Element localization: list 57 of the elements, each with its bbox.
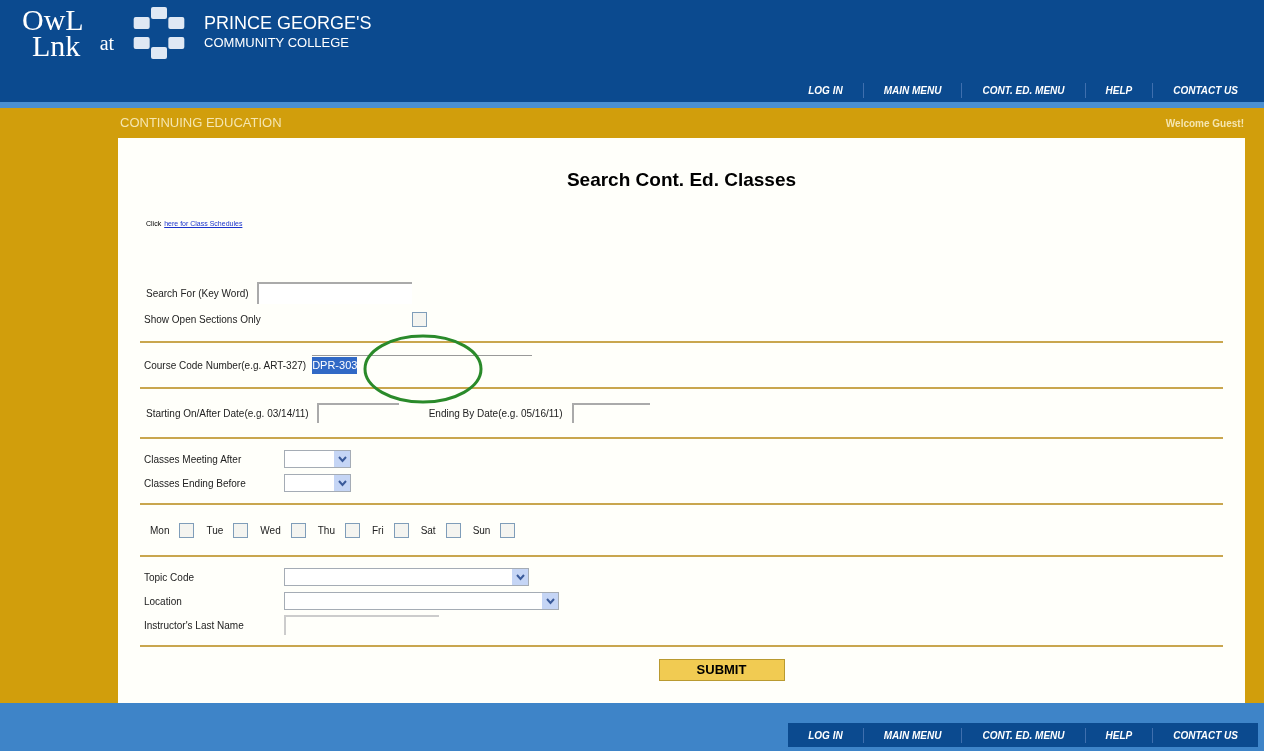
- input-field[interactable]: [256, 282, 412, 304]
- welcome-text: Welcome Guest!: [1165, 116, 1244, 131]
- nav-link[interactable]: HELP: [1084, 82, 1153, 98]
- college-name: COMMUNITY COLLEGE: [204, 34, 351, 52]
- day-label: Sat: [420, 523, 436, 538]
- nav-link[interactable]: CONT. ED. MENU: [961, 727, 1085, 743]
- nav-link[interactable]: MAIN MENU: [862, 727, 962, 743]
- day-label: Fri: [371, 523, 384, 538]
- section-title: CONTINUING EDUCATION: [120, 114, 282, 133]
- nav-link[interactable]: LOG IN: [788, 727, 863, 743]
- checkbox[interactable]: [344, 522, 360, 538]
- field-label: Starting On/After Date(e.g. 03/14/11): [146, 406, 309, 421]
- nav-link[interactable]: MAIN MENU: [862, 82, 962, 98]
- checkbox[interactable]: [445, 522, 461, 538]
- dropdown[interactable]: [284, 568, 529, 586]
- chevron-down-icon: [542, 593, 558, 609]
- nav-link[interactable]: LOG IN: [788, 82, 863, 98]
- nav-link[interactable]: HELP: [1084, 727, 1153, 743]
- input-field[interactable]: [572, 403, 651, 423]
- checkbox[interactable]: [412, 311, 427, 327]
- field-label: Course Code Number(e.g. ART-327): [144, 358, 307, 373]
- day-label: Sun: [472, 523, 491, 538]
- logo-text: Lnk: [32, 33, 81, 59]
- field-label: Ending By Date(e.g. 05/16/11): [428, 406, 563, 421]
- chevron-down-icon: [334, 451, 350, 467]
- nav-link[interactable]: CONT. ED. MENU: [961, 82, 1085, 98]
- checkbox[interactable]: [290, 522, 306, 538]
- day-label: Mon: [150, 523, 170, 538]
- nav-link[interactable]: CONTACT US: [1152, 82, 1258, 98]
- checkbox[interactable]: [233, 522, 249, 538]
- checkbox[interactable]: [179, 522, 195, 538]
- field-label: Topic Code: [144, 570, 196, 585]
- nav-link[interactable]: CONTACT US: [1152, 727, 1258, 743]
- day-label: Wed: [260, 523, 281, 538]
- field-label: Show Open Sections Only: [144, 312, 262, 327]
- field-label: Search For (Key Word): [146, 286, 249, 301]
- day-label: Thu: [317, 523, 335, 538]
- field-label: Classes Meeting After: [144, 452, 243, 467]
- dropdown[interactable]: [284, 450, 351, 468]
- checkbox[interactable]: [500, 522, 516, 538]
- page-title: Search Cont. Ed. Classes: [566, 168, 797, 192]
- input-field[interactable]: DPR-303: [312, 355, 533, 375]
- field-label: Classes Ending Before: [144, 476, 247, 491]
- chevron-down-icon: [334, 475, 350, 491]
- dropdown[interactable]: [284, 474, 351, 492]
- logo-text: at: [99, 31, 115, 56]
- chevron-down-icon: [512, 569, 528, 585]
- submit-button[interactable]: SUBMIT: [658, 659, 785, 681]
- input-field[interactable]: [316, 403, 399, 423]
- college-name: PRINCE GEORGE'S: [204, 13, 372, 33]
- day-label: Tue: [206, 523, 224, 538]
- field-label: Location: [144, 594, 183, 609]
- input-field[interactable]: [284, 615, 439, 635]
- logo-text: OwL: [22, 7, 84, 33]
- dropdown[interactable]: [284, 592, 559, 610]
- field-label: Instructor's Last Name: [144, 618, 245, 633]
- checkbox[interactable]: [393, 522, 409, 538]
